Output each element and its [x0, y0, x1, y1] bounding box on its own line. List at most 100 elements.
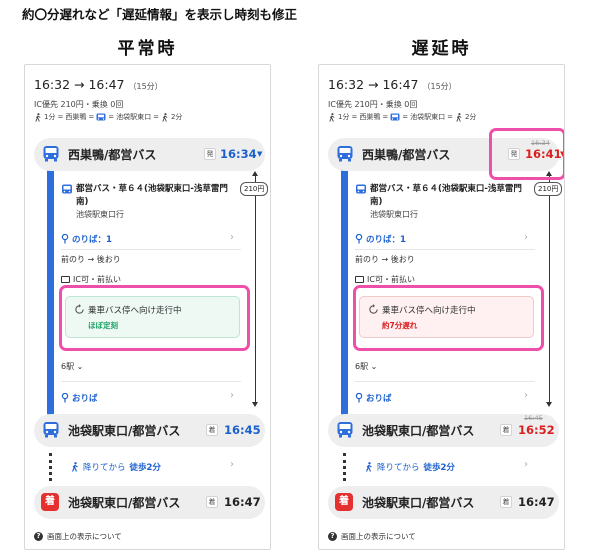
stations-toggle[interactable]: 6駅 ⌄	[61, 361, 83, 372]
boarding-platform-link[interactable]: のりば：1	[61, 233, 241, 245]
destination-name: 池袋駅東口/都営バス	[362, 496, 475, 510]
fare-tag: 210円	[240, 182, 269, 196]
alight-stop-name: 池袋駅東口/都営バス	[362, 424, 475, 438]
question-icon: ?	[328, 532, 337, 541]
column-title-normal: 平常時	[117, 39, 178, 59]
chevron-down-icon: ⌄	[76, 362, 84, 371]
route-summary: 1分 = 西巣鴨 = = 池袋駅東口 = 2分	[328, 112, 476, 122]
highlight-frame	[59, 285, 250, 351]
destination-time: 16:47	[518, 495, 555, 509]
highlight-frame	[353, 285, 544, 351]
fare-tag: 210円	[534, 182, 563, 196]
highlight-frame	[489, 128, 564, 180]
divider	[355, 381, 535, 382]
alighting-platform-link[interactable]: おりば	[61, 392, 241, 404]
fare-summary: IC優先 210円・乗換 0回	[34, 100, 124, 109]
arrive-time: 16:45	[224, 423, 261, 437]
time-range: 16:32 → 16:47 （15分）	[34, 77, 163, 92]
chevron-right-icon[interactable]: ›	[524, 459, 528, 470]
platform-icon	[61, 234, 69, 244]
platform-icon	[355, 393, 363, 403]
route-screen-normal: 16:32 → 16:47 （15分） IC優先 210円・乗換 0回 1分 =…	[24, 64, 271, 550]
walk-icon	[71, 462, 78, 472]
bus-icon	[62, 184, 72, 194]
bus-line-destination: 池袋駅東口行	[370, 210, 418, 219]
divider	[61, 249, 241, 250]
stations-toggle[interactable]: 6駅 ⌄	[355, 361, 377, 372]
bus-icon	[337, 146, 353, 162]
board-stop-row[interactable]: 西巣鴨/都営バス 発 16:34 ▼	[34, 138, 265, 171]
alight-stop-row[interactable]: 池袋駅東口/都営バス 着 16:45 16:52	[328, 414, 559, 447]
arrive-time: 16:52	[518, 423, 555, 437]
alighting-platform-link[interactable]: おりば	[355, 392, 535, 404]
depart-time: 16:34	[220, 147, 257, 161]
payment-info: IC可・前払い	[355, 274, 415, 285]
chevron-down-icon[interactable]: ▼	[257, 150, 262, 158]
chevron-right-icon[interactable]: ›	[230, 232, 234, 243]
arrive-badge: 着	[206, 424, 218, 436]
bus-line-name: 都営バス・草６４(池袋駅東口-浅草雷門南)	[76, 184, 228, 207]
fare-arrow-down	[252, 402, 258, 407]
walk-icon	[35, 112, 41, 122]
arrive-icon: 着	[41, 493, 59, 511]
fare-arrow-up	[252, 171, 258, 176]
door-info: 前のり → 後おり	[61, 255, 121, 264]
route-screen-delayed: 16:32 → 16:47 （15分） IC優先 210円・乗換 0回 1分 =…	[318, 64, 565, 550]
walk-link[interactable]: 降りてから 徒歩2分	[365, 461, 455, 473]
chevron-right-icon[interactable]: ›	[230, 459, 234, 470]
walk-icon	[456, 112, 462, 122]
header-note: 約〇分遅れなど「遅延情報」を表示し時刻も修正	[22, 7, 298, 22]
boarding-platform-link[interactable]: のりば：1	[355, 233, 535, 245]
bus-line-name: 都営バス・草６４(池袋駅東口-浅草雷門南)	[370, 184, 522, 207]
time-range: 16:32 → 16:47 （15分）	[328, 77, 457, 92]
payment-info: IC可・前払い	[61, 274, 121, 285]
arrive-badge: 着	[500, 496, 512, 508]
destination-row[interactable]: 着 池袋駅東口/都営バス 着 16:47	[34, 486, 265, 519]
platform-icon	[61, 393, 69, 403]
destination-name: 池袋駅東口/都営バス	[68, 496, 181, 510]
bus-icon	[356, 184, 366, 194]
chevron-right-icon[interactable]: ›	[524, 232, 528, 243]
chevron-right-icon[interactable]: ›	[230, 390, 234, 401]
fare-range-line	[549, 173, 550, 405]
alight-stop-name: 池袋駅東口/都営バス	[68, 424, 181, 438]
chevron-down-icon: ⌄	[370, 362, 378, 371]
board-stop-name: 西巣鴨/都営バス	[68, 148, 157, 162]
platform-icon	[355, 234, 363, 244]
destination-time: 16:47	[224, 495, 261, 509]
bus-icon	[390, 113, 400, 120]
card-icon	[355, 276, 364, 283]
depart-badge: 発	[204, 148, 216, 160]
fare-range-line	[255, 173, 256, 405]
walk-segment-line	[343, 453, 347, 481]
arrive-badge: 着	[500, 424, 512, 436]
bus-icon	[43, 422, 59, 438]
bus-line-destination: 池袋駅東口行	[76, 210, 124, 219]
column-title-delayed: 遅延時	[411, 39, 472, 59]
card-icon	[61, 276, 70, 283]
bus-icon	[337, 422, 353, 438]
original-arrive-time: 16:45	[524, 414, 543, 422]
bus-icon	[43, 146, 59, 162]
display-info-link[interactable]: ? 画面上の表示について	[328, 531, 416, 542]
door-info: 前のり → 後おり	[355, 255, 415, 264]
chevron-right-icon[interactable]: ›	[524, 390, 528, 401]
divider	[355, 249, 535, 250]
display-info-link[interactable]: ? 画面上の表示について	[34, 531, 122, 542]
fare-arrow-down	[546, 402, 552, 407]
route-summary: 1分 = 西巣鴨 = = 池袋駅東口 = 2分	[34, 112, 182, 122]
bus-icon	[96, 113, 106, 120]
bus-segment-line	[341, 160, 348, 416]
arrive-icon: 着	[335, 493, 353, 511]
bus-segment-line	[47, 160, 54, 416]
walk-icon	[329, 112, 335, 122]
fare-summary: IC優先 210円・乗換 0回	[328, 100, 418, 109]
alight-stop-row[interactable]: 池袋駅東口/都営バス 着 16:45	[34, 414, 265, 447]
board-stop-name: 西巣鴨/都営バス	[362, 148, 451, 162]
destination-row[interactable]: 着 池袋駅東口/都営バス 着 16:47	[328, 486, 559, 519]
walk-link[interactable]: 降りてから 徒歩2分	[71, 461, 161, 473]
walk-icon	[162, 112, 168, 122]
walk-segment-line	[49, 453, 53, 481]
walk-icon	[365, 462, 372, 472]
question-icon: ?	[34, 532, 43, 541]
